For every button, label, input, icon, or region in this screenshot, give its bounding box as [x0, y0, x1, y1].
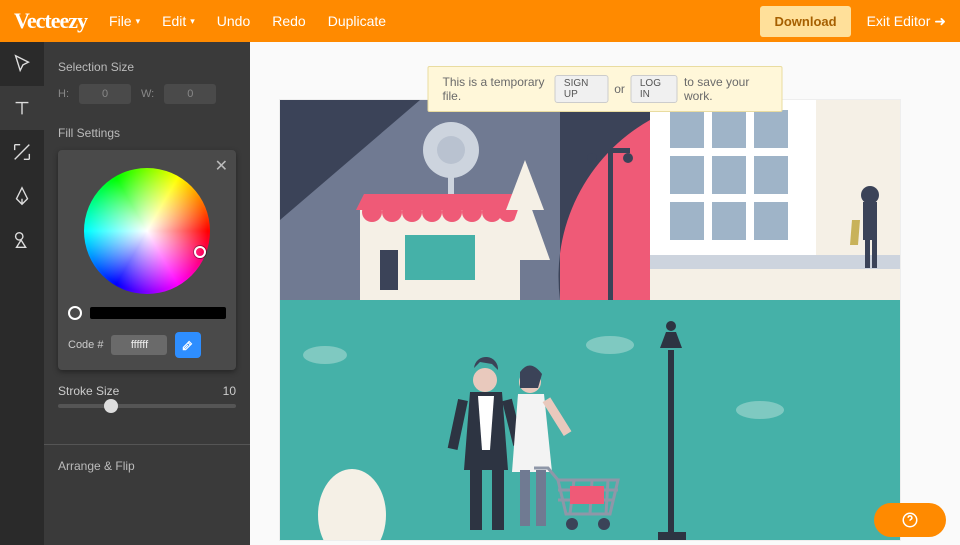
selection-size-title: Selection Size — [58, 60, 236, 74]
menu-duplicate[interactable]: Duplicate — [328, 13, 386, 29]
menu-file-label: File — [109, 13, 132, 29]
hex-input[interactable] — [111, 335, 167, 355]
chevron-down-icon: ▾ — [190, 16, 195, 27]
height-input[interactable]: 0 — [79, 84, 131, 104]
brand-logo: Vecteezy — [14, 8, 87, 34]
width-input[interactable]: 0 — [164, 84, 216, 104]
brightness-track — [90, 307, 226, 319]
color-wheel-handle[interactable] — [194, 246, 206, 258]
pen-tool[interactable] — [0, 174, 44, 218]
save-notice-or: or — [614, 82, 625, 96]
close-icon[interactable]: ✕ — [215, 156, 228, 176]
help-button[interactable] — [874, 503, 946, 537]
chevron-down-icon: ▾ — [136, 16, 141, 27]
scale-icon — [11, 141, 33, 163]
stroke-size-row: Stroke Size 10 — [58, 384, 236, 398]
top-bar: Vecteezy File ▾ Edit ▾ Undo Redo Duplicate… — [0, 0, 960, 42]
top-bar-right: Download Exit Editor ➜ — [760, 6, 946, 37]
menu-undo[interactable]: Undo — [217, 13, 250, 29]
main-menu: File ▾ Edit ▾ Undo Redo Duplicate — [109, 13, 386, 29]
save-notice-prefix: This is a temporary file. — [443, 75, 549, 103]
width-label: W: — [141, 88, 154, 100]
menu-file[interactable]: File ▾ — [109, 13, 140, 29]
login-button[interactable]: LOG IN — [631, 75, 678, 103]
exit-editor-button[interactable]: Exit Editor ➜ — [867, 13, 946, 30]
text-tool[interactable] — [0, 86, 44, 130]
shapes-icon — [11, 229, 33, 251]
save-notice-bar: This is a temporary file. SIGN UP or LOG… — [428, 66, 783, 112]
fill-settings-title: Fill Settings — [58, 126, 236, 140]
menu-edit[interactable]: Edit ▾ — [162, 13, 195, 29]
menu-redo[interactable]: Redo — [272, 13, 305, 29]
stroke-slider[interactable] — [58, 404, 236, 408]
selection-dimensions: H: 0 W: 0 — [58, 84, 236, 104]
stroke-thumb[interactable] — [104, 399, 118, 413]
eyedropper-icon — [181, 338, 195, 352]
tool-strip — [0, 42, 44, 545]
cursor-icon — [11, 53, 33, 75]
signup-button[interactable]: SIGN UP — [555, 75, 608, 103]
shapes-tool[interactable] — [0, 218, 44, 262]
scale-tool[interactable] — [0, 130, 44, 174]
side-panel: Selection Size H: 0 W: 0 Fill Settings ✕… — [44, 42, 250, 545]
artboard[interactable] — [280, 100, 900, 540]
fill-settings-panel: ✕ Code # — [58, 150, 236, 370]
pen-icon — [11, 185, 33, 207]
help-icon — [901, 511, 919, 529]
stroke-size-label: Stroke Size — [58, 384, 119, 398]
stroke-size-value: 10 — [223, 384, 236, 398]
artwork-illustration — [280, 100, 900, 540]
download-button[interactable]: Download — [760, 6, 850, 37]
canvas-area: This is a temporary file. SIGN UP or LOG… — [250, 42, 960, 545]
brightness-slider[interactable] — [68, 306, 226, 320]
hex-label: Code # — [68, 339, 103, 351]
height-label: H: — [58, 88, 69, 100]
select-tool[interactable] — [0, 42, 44, 86]
save-notice-suffix: to save your work. — [684, 75, 768, 103]
color-wheel[interactable] — [84, 168, 210, 294]
menu-edit-label: Edit — [162, 13, 186, 29]
brightness-thumb[interactable] — [68, 306, 82, 320]
arrange-flip-title: Arrange & Flip — [58, 459, 236, 473]
hex-row: Code # — [68, 332, 226, 358]
text-icon — [11, 97, 33, 119]
eyedropper-button[interactable] — [175, 332, 201, 358]
panel-divider — [44, 444, 250, 445]
